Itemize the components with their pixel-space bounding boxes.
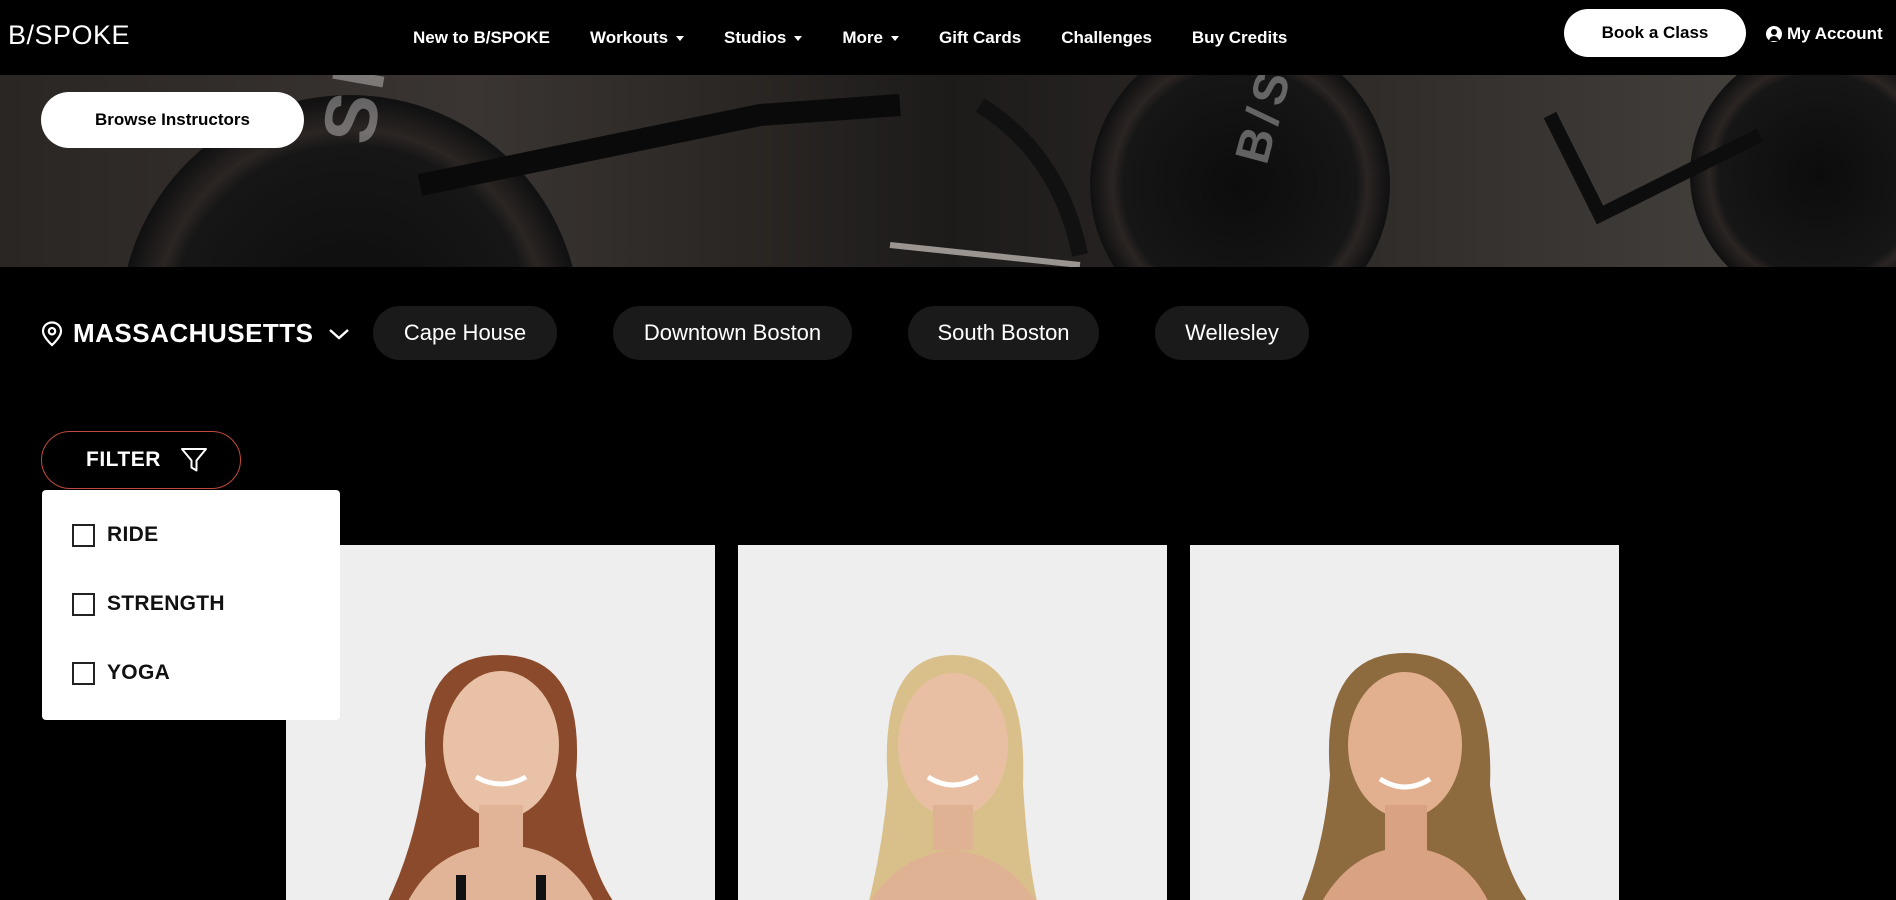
caret-down-icon	[891, 36, 900, 41]
caret-down-icon	[676, 36, 685, 41]
chevron-down-icon	[328, 328, 349, 340]
nav-link-label: Studios	[724, 27, 787, 47]
nav-link-label: Buy Credits	[1191, 27, 1288, 47]
my-account-link[interactable]: My Account	[1766, 24, 1883, 44]
instructor-photo	[869, 655, 1037, 900]
instructor-card[interactable]	[286, 545, 715, 900]
checkbox[interactable]	[72, 523, 95, 547]
my-account-label: My Account	[1787, 24, 1883, 43]
nav-link-new[interactable]: New to B/SPOKE	[413, 28, 550, 48]
user-circle-icon	[1766, 26, 1782, 42]
studio-pill-downtown-boston[interactable]: Downtown Boston	[613, 306, 852, 360]
filter-option-yoga[interactable]: YOGA	[72, 661, 170, 685]
nav-link-challenges[interactable]: Challenges	[1061, 28, 1152, 48]
nav-link-more[interactable]: More	[842, 27, 900, 48]
book-class-button[interactable]: Book a Class	[1564, 9, 1746, 57]
instructor-photo	[388, 655, 613, 900]
filter-option-label: YOGA	[107, 661, 171, 684]
nav-link-label: Challenges	[1061, 27, 1152, 47]
instructor-photo	[1302, 653, 1527, 900]
browse-instructors-button[interactable]: Browse Instructors	[41, 92, 304, 148]
nav-link-label: Workouts	[589, 27, 669, 47]
filter-label: FILTER	[86, 448, 161, 471]
checkbox[interactable]	[72, 661, 95, 685]
filter-option-label: STRENGTH	[107, 592, 225, 615]
main-nav: New to B/SPOKE Workouts Studios More Gif…	[413, 0, 1287, 75]
filter-option-label: RIDE	[107, 523, 159, 546]
top-navbar: B/SPOKE New to B/SPOKE Workouts Studios …	[0, 0, 1896, 75]
map-pin-icon	[41, 320, 63, 346]
nav-link-label: More	[842, 27, 884, 47]
region-label: MASSACHUSETTS	[73, 318, 314, 348]
studio-pill-wellesley[interactable]: Wellesley	[1155, 306, 1309, 360]
filter-button[interactable]: FILTER	[41, 431, 241, 489]
filter-option-ride[interactable]: RIDE	[72, 523, 158, 547]
nav-link-label: New to B/SPOKE	[413, 27, 550, 47]
nav-link-studios[interactable]: Studios	[724, 27, 803, 48]
caret-down-icon	[794, 36, 803, 41]
nav-link-label: Gift Cards	[939, 27, 1022, 47]
funnel-icon	[181, 448, 207, 472]
nav-link-workouts[interactable]: Workouts	[589, 27, 685, 48]
brand-logo[interactable]: B/SPOKE	[8, 20, 130, 51]
filter-dropdown: RIDE STRENGTH YOGA	[42, 490, 340, 720]
page: B/SPOKE New to B/SPOKE Workouts Studios …	[0, 0, 1896, 900]
nav-link-buy-credits[interactable]: Buy Credits	[1192, 28, 1287, 48]
filter-option-strength[interactable]: STRENGTH	[72, 592, 225, 616]
instructor-card[interactable]	[738, 545, 1167, 900]
instructor-card[interactable]	[1190, 545, 1619, 900]
checkbox[interactable]	[72, 592, 95, 616]
studio-pill-south-boston[interactable]: South Boston	[908, 306, 1099, 360]
nav-link-gift-cards[interactable]: Gift Cards	[939, 28, 1021, 48]
region-selector[interactable]: MASSACHUSETTS	[41, 318, 350, 349]
studio-pill-cape-house[interactable]: Cape House	[373, 306, 557, 360]
